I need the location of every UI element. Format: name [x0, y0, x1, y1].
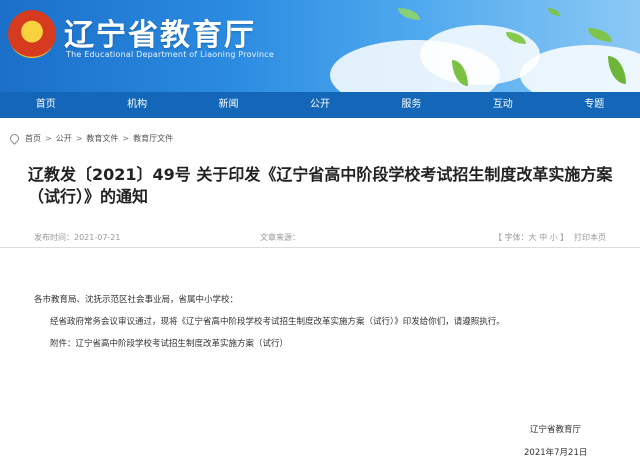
- article-addressee: 各市教育局、沈抚示范区社会事业局，省属中小学校：: [34, 295, 239, 305]
- article-title: 辽教发〔2021〕49号 关于印发《辽宁省高中阶段学校考试招生制度改革实施方案（…: [28, 165, 613, 206]
- nav-item-public[interactable]: 公开: [274, 92, 365, 118]
- breadcrumb-separator: >: [45, 134, 52, 143]
- article-attachment[interactable]: 附件：辽宁省高中阶段学校考试招生制度改革实施方案（试行）: [50, 337, 288, 349]
- nav-item-news[interactable]: 新闻: [183, 92, 274, 118]
- site-subtitle: The Educational Department of Liaoning P…: [66, 50, 275, 59]
- leaf-decoration: [398, 8, 420, 20]
- article-meta-bar: 发布时间：2021-07-21 文章来源： 【 字体：大 中 小 】 打印本页: [0, 226, 640, 248]
- breadcrumb-public[interactable]: 公开: [56, 133, 72, 144]
- breadcrumb: 首页 > 公开 > 教育文件 > 教育厅文件: [8, 132, 173, 145]
- signature-organization: 辽宁省教育厅: [530, 425, 582, 435]
- breadcrumb-home[interactable]: 首页: [25, 133, 41, 144]
- national-emblem-icon: ★: [8, 10, 56, 58]
- nav-item-home[interactable]: 首页: [0, 92, 91, 118]
- breadcrumb-separator: >: [75, 134, 83, 143]
- site-title[interactable]: 辽宁省教育厅: [64, 10, 256, 54]
- location-pin-icon: [8, 132, 21, 145]
- article-paragraph: 经省政府常务会议审议通过，现将《辽宁省高中阶段学校考试招生制度改革实施方案（试行…: [50, 317, 505, 327]
- article-source: 文章来源：: [260, 233, 300, 242]
- site-banner: ★ 辽宁省教育厅 The Educational Department of L…: [0, 0, 640, 92]
- breadcrumb-department-files[interactable]: 教育厅文件: [133, 133, 173, 144]
- print-button[interactable]: 打印本页: [574, 232, 606, 243]
- breadcrumb-education-files[interactable]: 教育文件: [86, 133, 118, 144]
- main-nav: 首页 机构 新闻 公开 服务 互动 专题: [0, 92, 640, 118]
- font-size-control[interactable]: 【 字体：大 中 小 】: [494, 232, 568, 243]
- nav-item-topics[interactable]: 专题: [549, 92, 640, 118]
- publish-date: 发布时间：2021-07-21: [34, 233, 121, 242]
- breadcrumb-separator: >: [122, 134, 130, 143]
- leaf-decoration: [548, 8, 560, 16]
- leaf-decoration: [588, 28, 612, 42]
- signature-date: 2021年7月21日: [524, 448, 588, 458]
- nav-item-interaction[interactable]: 互动: [457, 92, 548, 118]
- nav-item-service[interactable]: 服务: [366, 92, 457, 118]
- nav-item-organization[interactable]: 机构: [91, 92, 182, 118]
